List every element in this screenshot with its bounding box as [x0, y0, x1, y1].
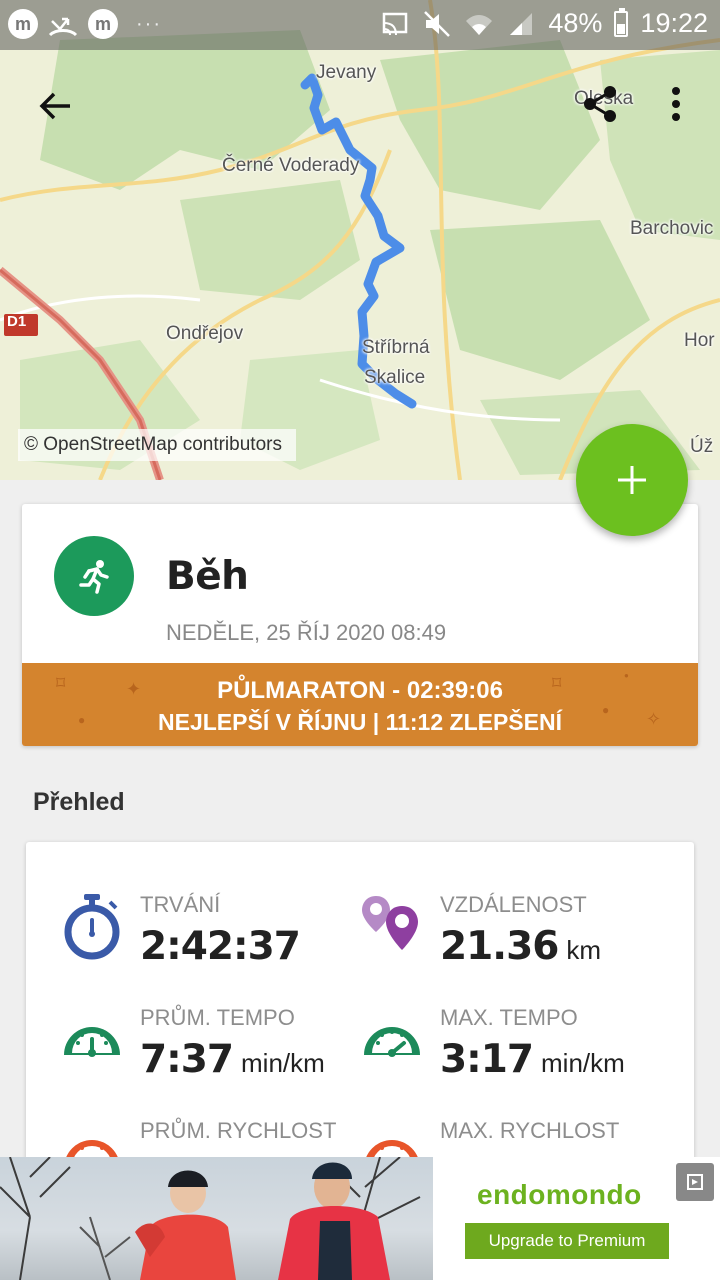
ad-image — [0, 1157, 433, 1280]
mute-icon — [424, 10, 451, 37]
ad-info-icon — [687, 1174, 703, 1190]
route-map[interactable]: Jevany Oleška Černé Voderady Barchovic O… — [0, 0, 720, 480]
stat-label: TRVÁNÍ — [140, 892, 221, 917]
system-indicators: 48% 19:22 — [380, 7, 708, 39]
stat-label: VZDÁLENOST — [440, 892, 587, 917]
upgrade-premium-button[interactable]: Upgrade to Premium — [465, 1223, 669, 1259]
place-label: Jevany — [316, 62, 377, 83]
place-label: Barchovic — [630, 218, 714, 239]
personal-record-banner[interactable]: ⌑ ✦ ● ⌑ ● ✧ ● PŮLMARATON - 02:39:06 NEJL… — [22, 663, 698, 746]
wifi-icon — [466, 14, 493, 35]
record-title: PŮLMARATON - 02:39:06 — [217, 677, 503, 704]
battery-percent: 48% — [548, 8, 603, 38]
missed-call-icon — [48, 17, 78, 37]
record-subtitle: NEJLEPŠÍ V ŘÍJNU | 11:12 ZLEPŠENÍ — [158, 709, 562, 735]
signal-icon — [510, 12, 533, 35]
add-button[interactable] — [576, 424, 688, 536]
more-options-button[interactable] — [648, 76, 704, 132]
stat-distance: VZDÁLENOST 21.36 km — [360, 892, 660, 982]
stopwatch-icon — [64, 894, 120, 960]
place-label: Černé Voderady — [222, 155, 360, 176]
ad-choices-button[interactable] — [676, 1163, 714, 1201]
more-vert-icon — [672, 87, 680, 121]
arrow-left-icon — [39, 92, 70, 120]
highway-label: D1 — [7, 313, 27, 330]
place-label: Stříbrná — [362, 337, 430, 358]
stat-value: 2:42:37 — [140, 924, 301, 969]
back-button[interactable] — [28, 78, 84, 134]
stat-label: MAX. TEMPO — [440, 1005, 578, 1030]
more-notifications-indicator: ··· — [136, 12, 162, 35]
place-label: Úž — [690, 436, 714, 457]
stat-label: PRŮM. RYCHLOST — [140, 1118, 337, 1143]
clock: 19:22 — [640, 8, 708, 38]
notification-icons: m m ··· — [8, 9, 162, 39]
speedometer-max-icon — [364, 1027, 420, 1057]
share-icon — [584, 86, 616, 122]
place-label: Skalice — [364, 367, 426, 388]
runners-illustration — [0, 1157, 421, 1280]
stat-duration: TRVÁNÍ 2:42:37 — [60, 892, 360, 982]
ad-banner[interactable]: endomondo Upgrade to Premium — [0, 1157, 720, 1280]
app-notification-icon: m — [88, 9, 118, 39]
stat-value: 3:17 min/km — [440, 1037, 625, 1082]
place-label: Ondřejov — [166, 323, 244, 344]
app-screen: Jevany Oleška Černé Voderady Barchovic O… — [0, 0, 720, 1280]
plus-icon — [618, 466, 646, 494]
stat-label: PRŮM. TEMPO — [140, 1005, 295, 1030]
stat-value: 7:37 min/km — [140, 1037, 325, 1082]
battery-icon — [614, 7, 629, 37]
overview-card: TRVÁNÍ 2:42:37 VZDÁLENOST 21.36 km PRŮM.… — [26, 842, 694, 1172]
ad-content: endomondo Upgrade to Premium — [433, 1157, 720, 1280]
workout-summary-card: Běh NEDĚLE, 25 ŘÍJ 2020 08:49 ⌑ ✦ ● ⌑ ● … — [22, 504, 698, 746]
cast-icon — [383, 12, 408, 35]
stat-value: 21.36 km — [440, 924, 602, 969]
share-button[interactable] — [572, 76, 628, 132]
sport-icon-badge — [54, 536, 134, 616]
running-icon — [79, 560, 109, 594]
location-pins-icon — [362, 896, 418, 950]
overview-heading: Přehled — [33, 788, 125, 816]
app-notification-icon: m — [8, 9, 38, 39]
speedometer-icon — [64, 1027, 120, 1057]
stat-label: MAX. RYCHLOST — [440, 1118, 620, 1143]
map-attribution[interactable]: © OpenStreetMap contributors — [18, 429, 296, 461]
stat-avg-pace: PRŮM. TEMPO 7:37 min/km — [60, 1005, 360, 1095]
sport-title: Běh — [166, 554, 249, 599]
status-bar: m m ··· 48% 19:22 — [0, 0, 720, 50]
place-label: Hor — [684, 330, 715, 351]
stat-max-pace: MAX. TEMPO 3:17 min/km — [360, 1005, 660, 1095]
workout-date: NEDĚLE, 25 ŘÍJ 2020 08:49 — [166, 620, 447, 645]
ad-brand-logo: endomondo — [477, 1179, 642, 1210]
